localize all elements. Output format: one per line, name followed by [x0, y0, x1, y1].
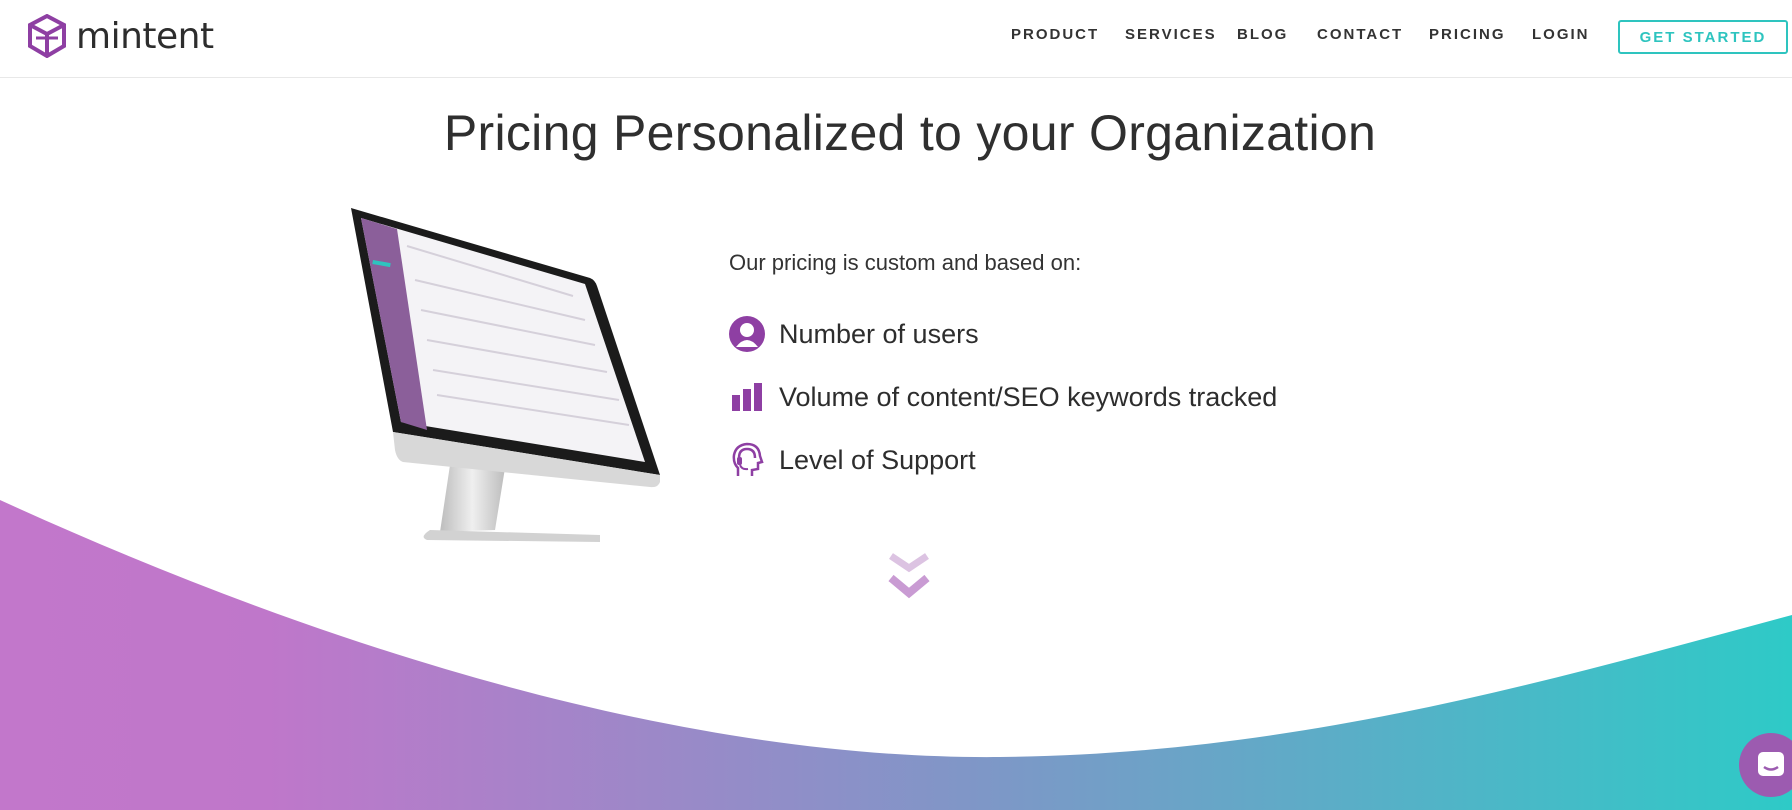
bar-chart-icon	[729, 379, 765, 415]
chat-icon	[1758, 752, 1784, 776]
support-headset-icon	[729, 442, 765, 478]
page-title: Pricing Personalized to your Organizatio…	[443, 105, 1377, 161]
nav-product[interactable]: PRODUCT	[1011, 26, 1099, 43]
feature-label: Number of users	[779, 318, 979, 349]
main-nav: PRODUCT SERVICES BLOG CONTACT PRICING LO…	[0, 26, 1792, 50]
chevron-down-icon[interactable]	[888, 553, 930, 603]
nav-pricing[interactable]: PRICING	[1429, 26, 1506, 43]
pricing-intro: Our pricing is custom and based on:	[729, 250, 1082, 275]
feature-label: Level of Support	[779, 444, 976, 475]
monitor-illustration	[351, 208, 660, 542]
nav-contact[interactable]: CONTACT	[1317, 26, 1403, 43]
feature-support: Level of Support	[729, 441, 976, 479]
nav-blog[interactable]: BLOG	[1237, 26, 1288, 43]
feature-label: Volume of content/SEO keywords tracked	[779, 381, 1278, 412]
gradient-wave	[0, 500, 1792, 810]
feature-users: Number of users	[729, 315, 979, 353]
site-header: mintent PRODUCT SERVICES BLOG CONTACT PR…	[0, 0, 1792, 78]
nav-services[interactable]: SERVICES	[1125, 26, 1217, 43]
user-circle-icon	[729, 316, 765, 352]
get-started-button[interactable]: GET STARTED	[1618, 20, 1788, 54]
feature-volume: Volume of content/SEO keywords tracked	[729, 378, 1277, 416]
nav-login[interactable]: LOGIN	[1532, 26, 1590, 43]
